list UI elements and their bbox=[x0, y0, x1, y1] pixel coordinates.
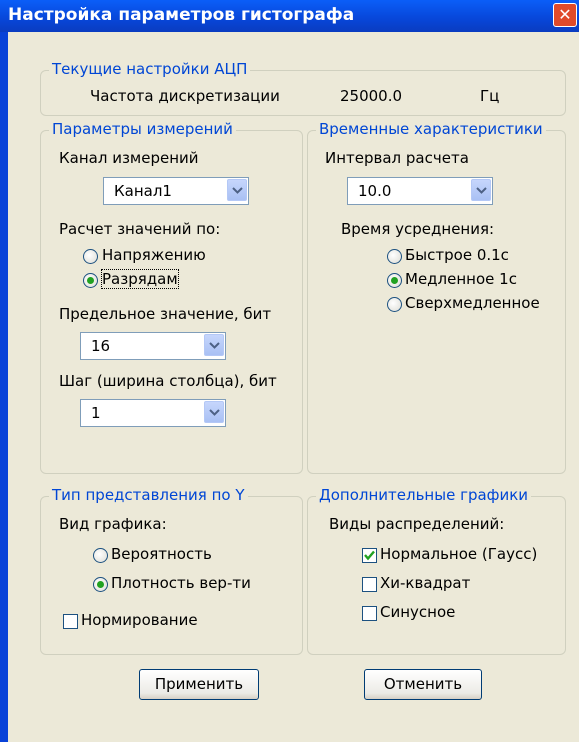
title-bar[interactable]: Настройка параметров гистографа ✕ bbox=[0, 0, 579, 32]
chevron-down-icon[interactable] bbox=[204, 401, 224, 423]
sample-rate-value: 25000.0 bbox=[340, 87, 403, 105]
cancel-button[interactable]: Отменить bbox=[364, 669, 482, 700]
limit-select-value: 16 bbox=[91, 337, 111, 355]
y-type-group: Тип представления по Y Вид графика: Веро… bbox=[40, 486, 303, 655]
radio-voltage[interactable] bbox=[83, 249, 98, 264]
normalize-label[interactable]: Нормирование bbox=[81, 611, 198, 629]
timing-group: Временные характеристики Интервал расчет… bbox=[307, 120, 566, 474]
radio-ultra-label[interactable]: Сверхмедленное bbox=[405, 294, 540, 312]
chevron-down-icon[interactable] bbox=[471, 179, 491, 201]
dist-types-label: Виды распределений: bbox=[329, 515, 505, 533]
normalize-checkbox[interactable] bbox=[63, 614, 78, 629]
chart-type-label: Вид графика: bbox=[59, 515, 167, 533]
timing-legend: Временные характеристики bbox=[316, 120, 546, 138]
radio-slow[interactable] bbox=[387, 273, 402, 288]
measure-params-group: Параметры измерений Канал измерений Кана… bbox=[40, 120, 303, 474]
normal-label[interactable]: Нормальное (Гаусс) bbox=[380, 545, 537, 563]
y-type-legend: Тип представления по Y bbox=[49, 486, 248, 504]
avg-label: Время усреднения: bbox=[341, 220, 495, 238]
radio-fast[interactable] bbox=[387, 249, 402, 264]
close-icon: ✕ bbox=[558, 5, 572, 24]
step-label: Шаг (ширина столбца), бит bbox=[59, 372, 277, 390]
channel-select-value: Канал1 bbox=[114, 182, 172, 200]
dialog-client-area: Текущие настройки АЦП Частота дискретиза… bbox=[8, 32, 579, 742]
radio-selected-dot bbox=[87, 277, 94, 284]
extra-charts-legend: Дополнительные графики bbox=[316, 486, 532, 504]
extra-charts-group: Дополнительные графики Виды распределени… bbox=[307, 486, 566, 655]
limit-select[interactable]: 16 bbox=[80, 332, 226, 360]
radio-selected-dot bbox=[97, 581, 104, 588]
window-title: Настройка параметров гистографа bbox=[8, 5, 355, 25]
normal-checkbox[interactable] bbox=[362, 548, 377, 563]
radio-density-label[interactable]: Плотность вер-ти bbox=[111, 574, 251, 592]
radio-selected-dot bbox=[391, 277, 398, 284]
measure-params-legend: Параметры измерений bbox=[49, 120, 236, 138]
chevron-down-icon[interactable] bbox=[227, 179, 247, 201]
sine-checkbox[interactable] bbox=[362, 606, 377, 621]
check-icon bbox=[364, 550, 375, 561]
step-select[interactable]: 1 bbox=[80, 399, 226, 427]
radio-ultra[interactable] bbox=[387, 297, 402, 312]
radio-bits[interactable] bbox=[83, 273, 98, 288]
dialog-window: Настройка параметров гистографа ✕ Текущи… bbox=[0, 0, 579, 742]
chevron-down-icon[interactable] bbox=[204, 334, 224, 356]
sample-rate-unit: Гц bbox=[480, 87, 500, 105]
radio-slow-label[interactable]: Медленное 1с bbox=[405, 270, 517, 288]
interval-select-value: 10.0 bbox=[358, 182, 392, 200]
radio-bits-label[interactable]: Разрядам bbox=[101, 269, 179, 289]
radio-probability-label[interactable]: Вероятность bbox=[111, 545, 212, 563]
sample-rate-label: Частота дискретизации bbox=[90, 87, 280, 105]
adc-settings-group: Текущие настройки АЦП Частота дискретиза… bbox=[40, 60, 566, 116]
interval-label: Интервал расчета bbox=[325, 149, 469, 167]
close-button[interactable]: ✕ bbox=[553, 3, 577, 27]
chi-square-checkbox[interactable] bbox=[362, 577, 377, 592]
radio-density[interactable] bbox=[93, 577, 108, 592]
apply-button[interactable]: Применить bbox=[139, 669, 259, 700]
step-select-value: 1 bbox=[91, 404, 101, 422]
channel-label: Канал измерений bbox=[59, 149, 199, 167]
adc-settings-legend: Текущие настройки АЦП bbox=[49, 60, 251, 78]
radio-fast-label[interactable]: Быстрое 0.1с bbox=[405, 246, 509, 264]
channel-select[interactable]: Канал1 bbox=[103, 177, 249, 205]
interval-select[interactable]: 10.0 bbox=[347, 177, 493, 205]
calc-label: Расчет значений по: bbox=[59, 220, 221, 238]
radio-probability[interactable] bbox=[93, 548, 108, 563]
radio-voltage-label[interactable]: Напряжению bbox=[102, 246, 206, 264]
limit-label: Предельное значение, бит bbox=[59, 305, 272, 323]
sine-label[interactable]: Синусное bbox=[380, 603, 455, 621]
chi-square-label[interactable]: Хи-квадрат bbox=[380, 574, 470, 592]
